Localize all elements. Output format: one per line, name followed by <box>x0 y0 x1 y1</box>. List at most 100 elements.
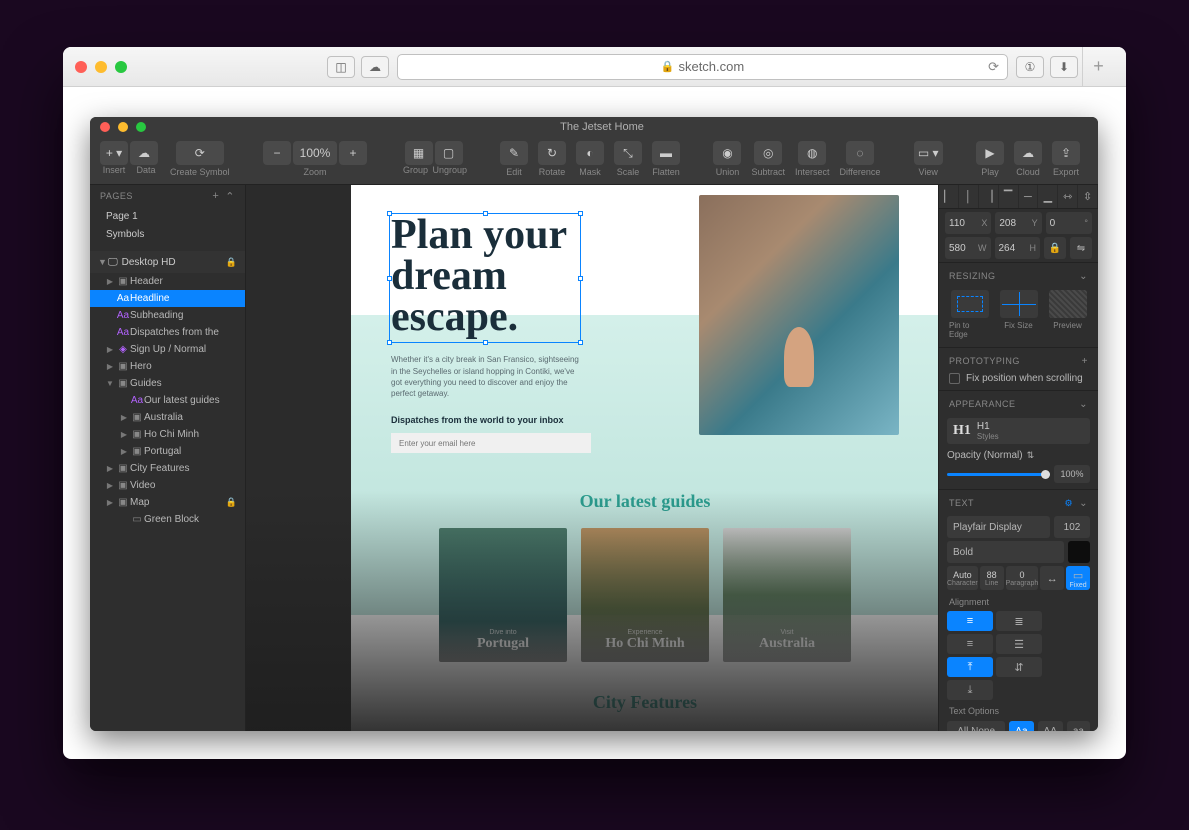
edit-button[interactable]: ✎ <box>500 141 528 165</box>
page-item[interactable]: Symbols <box>90 225 245 243</box>
decoration-select[interactable]: All None <box>947 721 1005 731</box>
rotate-field[interactable]: 0° <box>1046 212 1092 234</box>
text-valign-middle-button[interactable]: ⇵ <box>996 657 1042 677</box>
layer-item[interactable]: ▶◈Sign Up / Normal <box>90 341 245 358</box>
create-symbol-button[interactable]: ⟳ <box>176 141 224 165</box>
artboard-desktop-hd[interactable]: Plan your dream escape. Whether it's a c… <box>351 185 938 731</box>
fix-position-checkbox[interactable]: Fix position when scrolling <box>939 371 1098 386</box>
new-tab-button[interactable]: + <box>1082 47 1114 87</box>
email-input[interactable] <box>391 433 591 453</box>
downloads-button[interactable]: ⬇ <box>1050 56 1078 78</box>
layer-item[interactable]: AaDispatches from the <box>90 324 245 341</box>
artboard-header[interactable]: ▼🖵 Desktop HD 🔒 <box>90 251 245 273</box>
align-top-icon[interactable]: ▔ <box>999 185 1019 208</box>
zoom-out-button[interactable]: − <box>263 141 291 165</box>
chevron-down-icon[interactable]: ⌄ <box>1079 498 1088 509</box>
transform-lower-button[interactable]: aa <box>1067 721 1090 731</box>
layer-item[interactable]: ▶▣Hero <box>90 358 245 375</box>
minimize-window-button[interactable] <box>95 61 107 73</box>
text-valign-top-button[interactable]: ⤒ <box>947 657 993 677</box>
union-button[interactable]: ◉ <box>713 141 741 165</box>
width-field[interactable]: 580W <box>945 237 991 259</box>
distribute-h-icon[interactable]: ⇿ <box>1058 185 1078 208</box>
align-left-icon[interactable]: ▏ <box>939 185 959 208</box>
font-size-field[interactable]: 102 <box>1054 516 1090 538</box>
chevron-down-icon[interactable]: ⌄ <box>1079 271 1088 282</box>
subtract-button[interactable]: ◎ <box>754 141 782 165</box>
add-prototype-icon[interactable]: + <box>1082 356 1088 367</box>
data-button[interactable]: ☁ <box>130 141 158 165</box>
fixed-width-button[interactable]: ▭Fixed <box>1066 566 1090 590</box>
subheading-text[interactable]: Whether it's a city break in San Fransic… <box>391 354 581 399</box>
flip-button[interactable]: ⇋ <box>1070 237 1092 259</box>
flatten-button[interactable]: ▬ <box>652 141 680 165</box>
maximize-window-button[interactable] <box>115 61 127 73</box>
close-window-button[interactable] <box>75 61 87 73</box>
page-item[interactable]: Page 1 <box>90 207 245 225</box>
distribute-v-icon[interactable]: ⇳ <box>1078 185 1098 208</box>
dispatch-label[interactable]: Dispatches from the world to your inbox <box>391 415 611 425</box>
opacity-value[interactable]: 100% <box>1054 465 1090 483</box>
auto-width-button[interactable]: ↔ <box>1040 566 1064 590</box>
align-center-v-icon[interactable]: ─ <box>1019 185 1039 208</box>
layer-item[interactable]: ▼▣Guides <box>90 375 245 392</box>
gear-icon[interactable]: ⚙ <box>1065 498 1074 509</box>
layer-item[interactable]: ▶▣Header <box>90 273 245 290</box>
zoom-level[interactable]: 100% <box>293 141 337 165</box>
y-field[interactable]: 208Y <box>995 212 1041 234</box>
card-ho-chi-minh[interactable]: ExperienceHo Chi Minh <box>581 528 709 662</box>
export-button[interactable]: ⇪ <box>1052 141 1080 165</box>
font-weight-field[interactable]: Bold <box>947 541 1064 563</box>
layer-item[interactable]: ▶▣Video <box>90 477 245 494</box>
text-align-right-button[interactable]: ≡ <box>947 634 993 654</box>
layer-item[interactable]: AaSubheading <box>90 307 245 324</box>
layer-item[interactable]: ▶▣Ho Chi Minh <box>90 426 245 443</box>
play-button[interactable]: ▶ <box>976 141 1004 165</box>
paragraph-spacing[interactable]: 0Paragraph <box>1006 566 1039 590</box>
group-button[interactable]: ▦ <box>405 141 433 165</box>
layer-item[interactable]: AaOur latest guides <box>90 392 245 409</box>
text-color-swatch[interactable] <box>1068 541 1090 563</box>
privacy-report-button[interactable]: ◫ <box>327 56 355 78</box>
text-style-chip[interactable]: H1 H1Styles <box>947 418 1090 444</box>
hero-image[interactable] <box>699 195 899 435</box>
card-portugal[interactable]: Dive intoPortugal <box>439 528 567 662</box>
character-spacing[interactable]: AutoCharacter <box>947 566 978 590</box>
ungroup-button[interactable]: ▢ <box>435 141 463 165</box>
reload-icon[interactable]: ⟳ <box>988 59 999 75</box>
x-field[interactable]: 110X <box>945 212 991 234</box>
line-spacing[interactable]: 88Line <box>980 566 1004 590</box>
canvas[interactable]: Plan your dream escape. Whether it's a c… <box>246 185 938 731</box>
guides-title[interactable]: Our latest guides <box>351 491 938 512</box>
text-valign-bottom-button[interactable]: ⤓ <box>947 680 993 700</box>
insert-button[interactable]: + ▾ <box>100 141 128 165</box>
layer-item[interactable]: ▶▣Map🔒 <box>90 494 245 511</box>
difference-button[interactable]: ◌ <box>846 141 874 165</box>
layer-item[interactable]: ▶▣Portugal <box>90 443 245 460</box>
align-right-icon[interactable]: ▕ <box>979 185 999 208</box>
headline-text[interactable]: Plan your dream escape. <box>391 215 611 338</box>
layer-item[interactable]: ▭Green Block <box>90 511 245 528</box>
collapse-pages-icon[interactable]: ⌃ <box>225 190 235 203</box>
text-align-center-button[interactable]: ≣ <box>996 611 1042 631</box>
align-center-h-icon[interactable]: │ <box>959 185 979 208</box>
text-align-left-button[interactable]: ≡ <box>947 611 993 631</box>
text-align-justify-button[interactable]: ☰ <box>996 634 1042 654</box>
cloud-button[interactable]: ☁ <box>1014 141 1042 165</box>
layer-item[interactable]: AaHeadline <box>90 290 245 307</box>
height-field[interactable]: 264H <box>995 237 1041 259</box>
intersect-button[interactable]: ◍ <box>798 141 826 165</box>
card-australia[interactable]: VisitAustralia <box>723 528 851 662</box>
align-bottom-icon[interactable]: ▁ <box>1038 185 1058 208</box>
view-button[interactable]: ▭ ▾ <box>914 141 943 165</box>
layer-item[interactable]: ▶▣Australia <box>90 409 245 426</box>
chevron-down-icon[interactable]: ⌄ <box>1079 399 1088 410</box>
city-features-title[interactable]: City Features <box>351 692 938 713</box>
onepassword-button[interactable]: ① <box>1016 56 1044 78</box>
layer-item[interactable]: ▶▣City Features <box>90 460 245 477</box>
mask-button[interactable]: ◐ <box>576 141 604 165</box>
transform-upper-button[interactable]: AA <box>1038 721 1063 731</box>
address-bar[interactable]: 🔒 sketch.com ⟳ <box>397 54 1008 80</box>
rotate-button[interactable]: ↻ <box>538 141 566 165</box>
pin-to-edge-button[interactable] <box>951 290 989 318</box>
